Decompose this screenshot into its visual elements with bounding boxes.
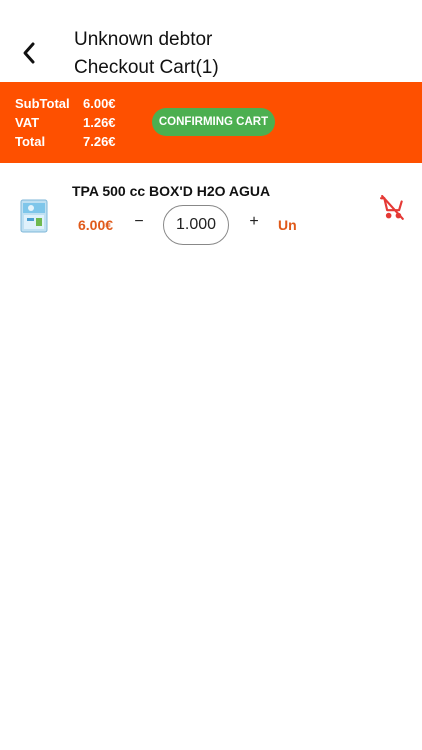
vat-row: VAT 1.26€ [15, 113, 116, 132]
debtor-name: Unknown debtor [74, 29, 213, 50]
chevron-left-icon [23, 42, 35, 64]
quantity-field[interactable]: 1.000 [163, 205, 229, 245]
vat-label: VAT [15, 115, 40, 130]
increase-quantity-button[interactable]: + [247, 213, 261, 231]
decrease-quantity-button[interactable]: − [132, 213, 146, 231]
page-title: Unknown debtor Checkout Cart(1) [74, 26, 219, 82]
total-value: 7.26€ [83, 134, 116, 149]
subtotal-label: SubTotal [15, 96, 70, 111]
product-thumbnail[interactable] [18, 196, 52, 234]
cart-title: Checkout Cart(1) [74, 57, 219, 78]
cart-summary-bar: SubTotal 6.00€ VAT 1.26€ Total 7.26€ CONFIR… [0, 82, 422, 163]
product-name: TPA 500 cc BOX'D H2O AGUA [72, 183, 271, 199]
back-button[interactable] [14, 38, 44, 68]
product-price: 6.00€ [78, 217, 114, 233]
subtotal-value: 6.00€ [83, 96, 116, 111]
cart-item: TPA 500 cc BOX'D H2O AGUA 6.00€ − 1.000 … [0, 163, 422, 258]
app-header: Unknown debtor Checkout Cart(1) [0, 0, 422, 82]
vat-value: 1.26€ [83, 115, 116, 130]
unit-selector[interactable]: Un [278, 217, 297, 233]
confirm-cart-button[interactable]: CONFIRMING CART [152, 108, 275, 136]
total-row: Total 7.26€ [15, 132, 116, 151]
subtotal-row: SubTotal 6.00€ [15, 94, 116, 113]
total-label: Total [15, 134, 46, 149]
remove-from-cart-icon[interactable] [380, 195, 406, 221]
